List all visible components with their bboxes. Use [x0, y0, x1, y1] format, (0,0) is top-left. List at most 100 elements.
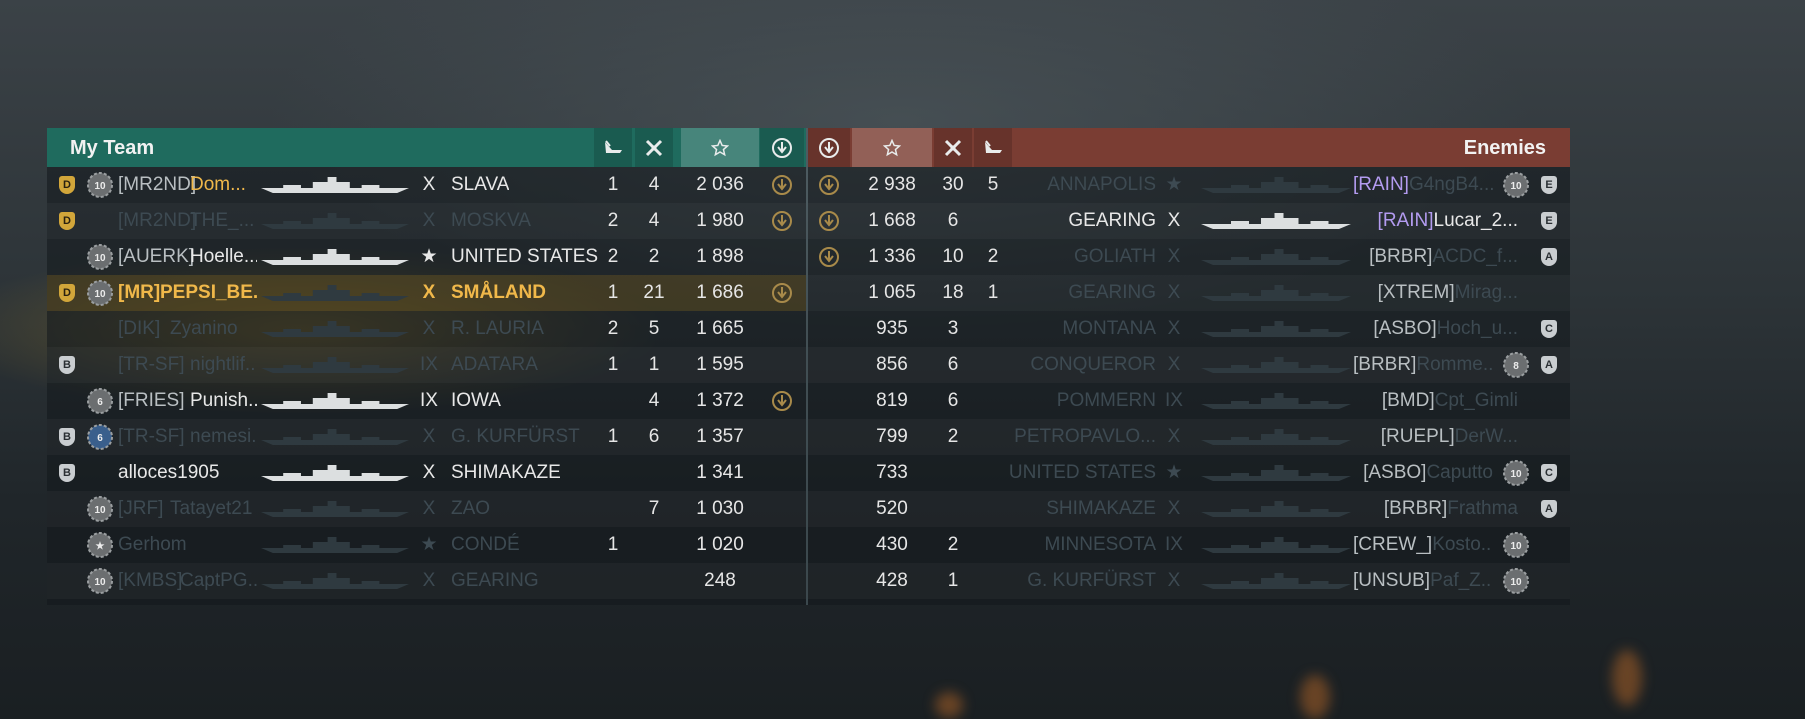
- rank-gear-icon: 8: [1503, 352, 1529, 378]
- league-badge: E: [1541, 176, 1557, 194]
- ship-name: MONTANA: [1062, 318, 1156, 339]
- score-value: 1 357: [696, 426, 744, 447]
- clan-tag: [TR-SF]: [118, 354, 185, 375]
- planes-destroyed-value: 30: [942, 174, 964, 195]
- enemy-row[interactable]: 799 2 PETROPAVLO... X [RUEPL]DerW...: [808, 419, 1570, 455]
- clan-tag: [JRF]: [118, 498, 164, 519]
- ship-tier: X: [1167, 354, 1181, 375]
- enemy-row[interactable]: 856 6 CONQUEROR X [BRBR]Romme... 8 A: [808, 347, 1570, 383]
- player-row[interactable]: ★ Gerhom ★ CONDÉ 1 1 020: [47, 527, 806, 563]
- ship-name: SHIMAKAZE: [1046, 498, 1156, 519]
- clan-tag: [BRBR]: [1383, 498, 1448, 519]
- planes-destroyed-value: 4: [648, 210, 660, 231]
- ship-silhouette-icon: [261, 318, 409, 345]
- player-name: THE_...: [190, 210, 255, 231]
- enemy-row[interactable]: 935 3 MONTANA X [ASBO]Hoch_u... C: [808, 311, 1570, 347]
- ship-tier: IX: [420, 390, 438, 411]
- rank-gear-icon: ★: [87, 532, 113, 558]
- player-row[interactable]: 10 [KMBS] CaptPG... X GEARING 248: [47, 563, 806, 599]
- svg-text:8: 8: [1513, 361, 1519, 372]
- honor-wreath-icon: [771, 210, 797, 236]
- ships-destroyed-value: [974, 311, 1012, 347]
- honor-wreath-icon[interactable]: [808, 128, 850, 167]
- player-name: PEPSI_BE...: [160, 282, 257, 303]
- enemy-row[interactable]: 430 2 MINNESOTA IX [CREW_]Kosto... 10: [808, 527, 1570, 563]
- league-badge: D: [59, 176, 75, 194]
- planes-destroyed-icon[interactable]: [635, 128, 673, 167]
- ship-silhouette-icon: [1201, 318, 1351, 345]
- ships-destroyed-icon[interactable]: [974, 128, 1012, 167]
- player-row[interactable]: D 10 [MR]PEPSI_BE... X SMÅLAND 1 21 1 686: [47, 275, 806, 311]
- player-name-text: DerW...: [1454, 426, 1518, 447]
- player-row[interactable]: B [TR-SF] nightlif... IX ADATARA 1 1 1 595: [47, 347, 806, 383]
- player-name: nightlif...: [190, 354, 257, 375]
- score-star-icon[interactable]: [681, 128, 759, 167]
- ship-silhouette-icon: [1201, 498, 1351, 525]
- enemy-row[interactable]: 1 668 6 GEARING X [RAIN]Lucar_2... E: [808, 203, 1570, 239]
- honor-wreath-icon[interactable]: [760, 128, 804, 167]
- ship-silhouette-icon: [261, 354, 409, 381]
- ship-silhouette-icon: [1201, 390, 1351, 417]
- ships-destroyed-icon[interactable]: [594, 128, 632, 167]
- ship-silhouette-icon: [1201, 570, 1351, 597]
- player-row[interactable]: D 10 [MR2ND] Dom... X SLAVA 1 4 2 036: [47, 167, 806, 203]
- player-row[interactable]: B 6 [TR-SF]nemesi... X G. KURFÜRST 1 6 1 357: [47, 419, 806, 455]
- enemy-row[interactable]: 819 6 POMMERN IX [BMD]Cpt_Gimli: [808, 383, 1570, 419]
- ship-name: ZAO: [451, 498, 491, 519]
- ships-destroyed-value: [594, 383, 632, 419]
- honor-wreath-icon: [818, 210, 844, 236]
- honor-wreath-icon: [771, 390, 797, 416]
- score-value: 1 668: [868, 210, 916, 231]
- ship-name: ADATARA: [451, 354, 538, 375]
- planes-destroyed-value: 18: [942, 282, 964, 303]
- ship-silhouette-icon: [1201, 534, 1351, 561]
- enemy-row[interactable]: 2 938 30 5 ANNAPOLIS ★ [RAIN]G4ngB4... 10 E: [808, 167, 1570, 203]
- clan-tag: [RAIN]: [1377, 210, 1434, 231]
- svg-text:10: 10: [94, 289, 106, 300]
- ship-silhouette-icon: [261, 282, 409, 309]
- ship-tier: ★: [420, 246, 438, 267]
- enemy-row[interactable]: 1 065 18 1 GEARING X [XTREM]Mirag...: [808, 275, 1570, 311]
- player-row[interactable]: Balloces1905 X SHIMAKAZE 1 341: [47, 455, 806, 491]
- score-value: 520: [876, 498, 908, 519]
- my-team-header: My Team: [47, 128, 806, 167]
- ship-name: GEARING: [1068, 282, 1156, 303]
- player-row[interactable]: 10 [AUERK] Hoelle... ★ UNITED STATES 2 2 1 898: [47, 239, 806, 275]
- ship-tier: X: [422, 318, 436, 339]
- rank-gear-icon: 10: [1503, 568, 1529, 594]
- score-value: 1 665: [696, 318, 744, 339]
- enemy-row[interactable]: 733 UNITED STATES ★ [ASBO]Caputto 10 C: [808, 455, 1570, 491]
- player-name: [RAIN]Lucar_2...: [1353, 203, 1518, 239]
- ship-name: R. LAURIA: [451, 318, 544, 339]
- enemy-row[interactable]: 428 1 G. KURFÜRST X [UNSUB]Paf_Z... 10: [808, 563, 1570, 599]
- player-row[interactable]: 10 [JRF] Tatayet21 X ZAO 7 1 030: [47, 491, 806, 527]
- league-badge: D: [59, 284, 75, 302]
- ships-destroyed-value: [594, 491, 632, 527]
- planes-destroyed-icon[interactable]: [934, 128, 972, 167]
- player-row[interactable]: 6 [FRIES] Punish... IX IOWA 4 1 372: [47, 383, 806, 419]
- ship-tier: X: [422, 570, 436, 591]
- planes-destroyed-value: 3: [947, 318, 959, 339]
- rank-gear-icon: 10: [1503, 532, 1529, 558]
- planes-destroyed-value: 4: [648, 390, 660, 411]
- score-value: 733: [876, 462, 908, 483]
- ship-name: SHIMAKAZE: [451, 462, 561, 483]
- score-star-icon[interactable]: [852, 128, 932, 167]
- score-value: 248: [704, 570, 736, 591]
- ship-tier: IX: [420, 354, 438, 375]
- svg-text:10: 10: [94, 505, 106, 516]
- rank-gear-icon: 10: [1503, 460, 1529, 486]
- ship-tier: X: [1167, 282, 1181, 303]
- enemy-row[interactable]: 520 SHIMAKAZE X [BRBR]Frathma A: [808, 491, 1570, 527]
- player-name: [UNSUB]Paf_Z...: [1353, 563, 1493, 599]
- background-glow: [935, 692, 963, 718]
- background-glow: [1300, 675, 1330, 719]
- ship-name: UNITED STATES: [1008, 462, 1156, 483]
- player-row[interactable]: [DIK] Zyanino X R. LAURIA 2 5 1 665: [47, 311, 806, 347]
- clan-tag: [UNSUB]: [1353, 570, 1431, 591]
- clan-tag: [MR]: [118, 282, 161, 303]
- planes-destroyed-value: [934, 455, 972, 491]
- player-name: CaptPG...: [180, 570, 257, 591]
- enemy-row[interactable]: 1 336 10 2 GOLIATH X [BRBR]ACDC_f... A: [808, 239, 1570, 275]
- player-row[interactable]: D [MR2ND] THE_... X MOSKVA 2 4 1 980: [47, 203, 806, 239]
